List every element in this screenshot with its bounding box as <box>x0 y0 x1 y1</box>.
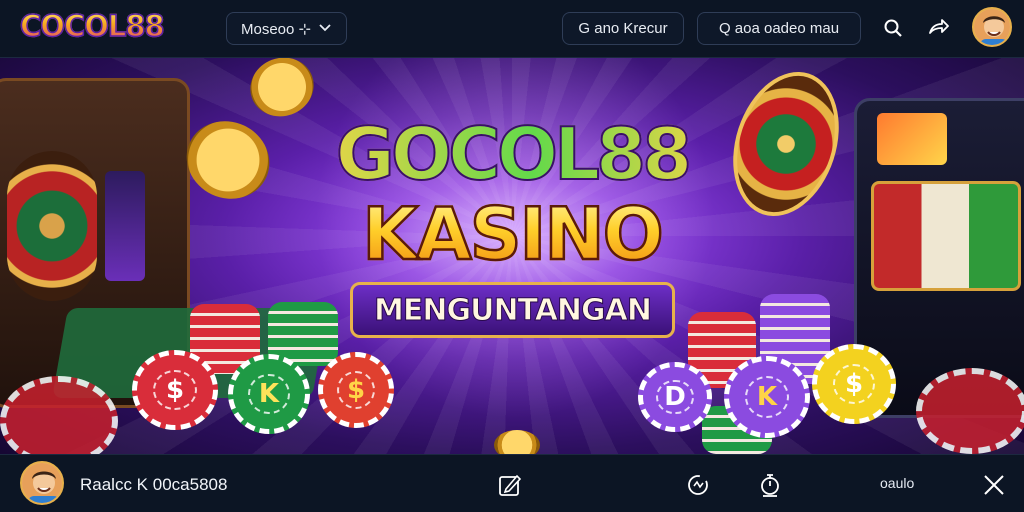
user-avatar[interactable] <box>972 7 1012 47</box>
poker-chip-purple: D <box>638 362 712 432</box>
banner-headline-brand: GOCOL88 <box>0 111 1024 197</box>
search-icon[interactable] <box>881 16 905 40</box>
nav-button-2[interactable]: Q aoa oadeo mau <box>697 12 861 45</box>
top-nav-bar: COCOL88 Moseoo ⊹ G ano Krecur Q aoa oade… <box>0 0 1024 58</box>
chip-label: K <box>248 373 290 415</box>
chip-label: D <box>656 379 694 415</box>
site-logo[interactable]: COCOL88 <box>19 8 165 44</box>
chip-label: K <box>744 376 790 418</box>
nav-button-1[interactable]: G ano Krecur <box>562 12 684 45</box>
menu-dropdown[interactable]: Moseoo ⊹ <box>226 12 347 45</box>
bottom-bar: Raalcc K 00ca5808 oaulo <box>0 454 1024 512</box>
chip-label: $ <box>832 363 876 405</box>
poker-chip-red <box>916 368 1024 454</box>
close-icon[interactable] <box>980 471 1008 499</box>
poker-chip-yellow: $ <box>812 344 896 424</box>
user-name: Raalcc K 00ca5808 <box>80 475 228 494</box>
footer-label[interactable]: oaulo <box>880 475 914 491</box>
chip-label: $ <box>336 370 376 410</box>
banner-headline-kasino: KASINO <box>0 191 1024 278</box>
poker-chip-green: K <box>228 354 310 434</box>
user-avatar[interactable] <box>20 461 64 505</box>
chip-label: $ <box>152 369 198 411</box>
menu-dropdown-label: Moseoo ⊹ <box>241 20 312 38</box>
refresh-icon[interactable] <box>684 471 712 499</box>
poker-chip-purple: K <box>724 356 810 438</box>
share-icon[interactable] <box>926 16 950 40</box>
banner-subheadline: MENGUNTANGAN <box>374 292 653 328</box>
poker-chip-red: $ <box>318 352 394 428</box>
banner-subheadline-box: MENGUNTANGAN <box>350 282 675 338</box>
gold-coin-icon <box>494 430 540 454</box>
poker-chip-red: $ <box>132 350 218 430</box>
promo-banner[interactable]: GOCOL88 KASINO MENGUNTANGAN $ K $ D K $ <box>0 58 1024 454</box>
timer-icon[interactable] <box>756 471 784 499</box>
edit-icon[interactable] <box>496 471 524 499</box>
chevron-down-icon <box>319 23 331 35</box>
